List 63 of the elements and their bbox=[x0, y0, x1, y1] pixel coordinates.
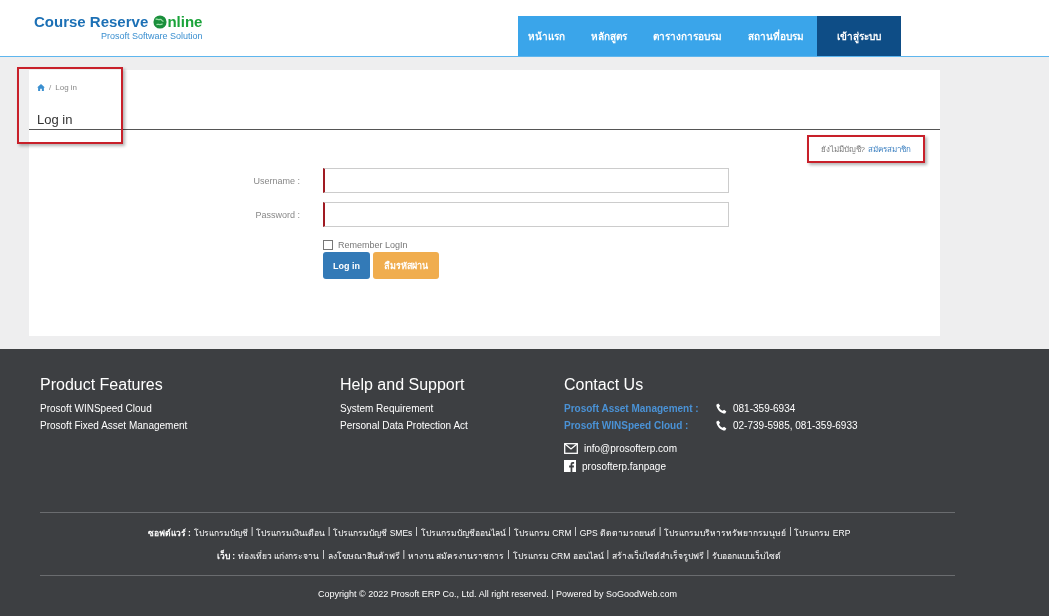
phone-icon bbox=[716, 403, 727, 414]
footer-link[interactable]: โปรแกรมบัญชีออนไลน์ bbox=[420, 526, 506, 540]
link-separator: | bbox=[789, 526, 792, 538]
footer-link[interactable]: Personal Data Protection Act bbox=[340, 420, 564, 431]
footer-link[interactable]: โปรแกรมเงินเดือน bbox=[256, 526, 326, 540]
link-separator: | bbox=[706, 549, 710, 561]
footer-link[interactable]: ท่องเที่ยว แก่งกระจาน bbox=[238, 549, 320, 563]
facebook-link[interactable]: prosofterp.fanpage bbox=[582, 460, 666, 472]
link-separator: | bbox=[328, 526, 331, 538]
footer-link[interactable]: ลงโฆษณาสินค้าฟรี bbox=[327, 549, 400, 563]
footer-link[interactable]: สร้างเว็บไซต์สำเร็จรูปฟรี bbox=[611, 549, 704, 563]
footer-heading: Help and Support bbox=[340, 376, 466, 394]
nav-item[interactable]: เข้าสู่ระบบ bbox=[817, 16, 901, 56]
email-link[interactable]: info@prosofterp.com bbox=[584, 443, 677, 454]
link-group-label: ซอฟต์แวร์ : bbox=[147, 527, 191, 540]
footer-link[interactable]: Prosoft WINSpeed Cloud bbox=[40, 403, 340, 414]
page-title: Log in bbox=[37, 112, 74, 127]
signup-question: ยังไม่มีบัญชี? bbox=[820, 143, 865, 156]
footer-link[interactable]: System Requirement bbox=[340, 403, 564, 414]
footer-heading: Product Features bbox=[40, 376, 164, 394]
link-separator: | bbox=[508, 526, 511, 538]
checkbox-label: Remember LogIn bbox=[338, 240, 408, 250]
input-field[interactable] bbox=[323, 202, 729, 227]
mail-icon bbox=[564, 443, 578, 454]
form-button[interactable]: Log in bbox=[323, 252, 370, 279]
link-group-label: เว็บ : bbox=[216, 549, 236, 563]
input-field[interactable] bbox=[323, 168, 729, 193]
link-separator: | bbox=[659, 526, 662, 538]
footer-link[interactable]: โปรแกรมบริหารทรัพยากรมนุษย์ bbox=[664, 526, 787, 540]
checkbox[interactable] bbox=[323, 240, 333, 250]
footer-link[interactable]: รับออกแบบเว็บไซต์ bbox=[712, 549, 782, 563]
link-separator: | bbox=[250, 526, 254, 538]
signup-link[interactable]: สมัครสมาชิก bbox=[868, 142, 911, 156]
link-separator: | bbox=[574, 526, 577, 538]
breadcrumb-separator: / bbox=[49, 83, 52, 92]
link-separator: | bbox=[322, 549, 325, 561]
footer-link[interactable]: โปรแกรม CRM ออนไลน์ bbox=[512, 549, 604, 563]
footer-heading: Contact Us bbox=[564, 376, 645, 394]
link-separator: | bbox=[606, 549, 609, 561]
logo-subtitle: Prosoft Software Solution bbox=[100, 31, 204, 41]
logo-title[interactable]: Course Reserve nline bbox=[34, 13, 203, 30]
contact-name: Prosoft WINSpeed Cloud : bbox=[564, 420, 690, 431]
phone-number: 02-739-5985, 081-359-6933 bbox=[733, 420, 858, 431]
facebook-icon bbox=[564, 460, 576, 472]
contact-name: Prosoft Asset Management : bbox=[564, 403, 700, 414]
footer-link[interactable]: โปรแกรม CRM bbox=[513, 526, 572, 540]
link-separator: | bbox=[402, 549, 405, 561]
copyright-text: Copyright © 2022 Prosoft ERP Co., Ltd. All right reserved. | Powered by SoGoodWeb.com bbox=[317, 588, 678, 599]
footer-link[interactable]: หางาน สมัครงานราชการ bbox=[407, 549, 505, 563]
footer-link[interactable]: GPS ติดตามรถยนต์ bbox=[579, 526, 657, 540]
phone-icon bbox=[716, 420, 727, 431]
footer-link[interactable]: โปรแกรมบัญชี SMEs bbox=[333, 526, 413, 540]
link-separator: | bbox=[507, 549, 510, 561]
breadcrumb-current: Log in bbox=[55, 83, 78, 92]
field-label: Password : bbox=[254, 209, 301, 220]
footer-link[interactable]: โปรแกรมบัญชี bbox=[193, 526, 248, 540]
link-separator: | bbox=[415, 526, 418, 538]
footer-link[interactable]: โปรแกรม ERP bbox=[794, 526, 851, 540]
field-label: Username : bbox=[252, 175, 301, 186]
globe-icon bbox=[153, 14, 168, 29]
footer-link[interactable]: Prosoft Fixed Asset Management bbox=[40, 420, 340, 431]
home-icon[interactable] bbox=[37, 84, 45, 91]
phone-number: 081-359-6934 bbox=[733, 403, 796, 414]
